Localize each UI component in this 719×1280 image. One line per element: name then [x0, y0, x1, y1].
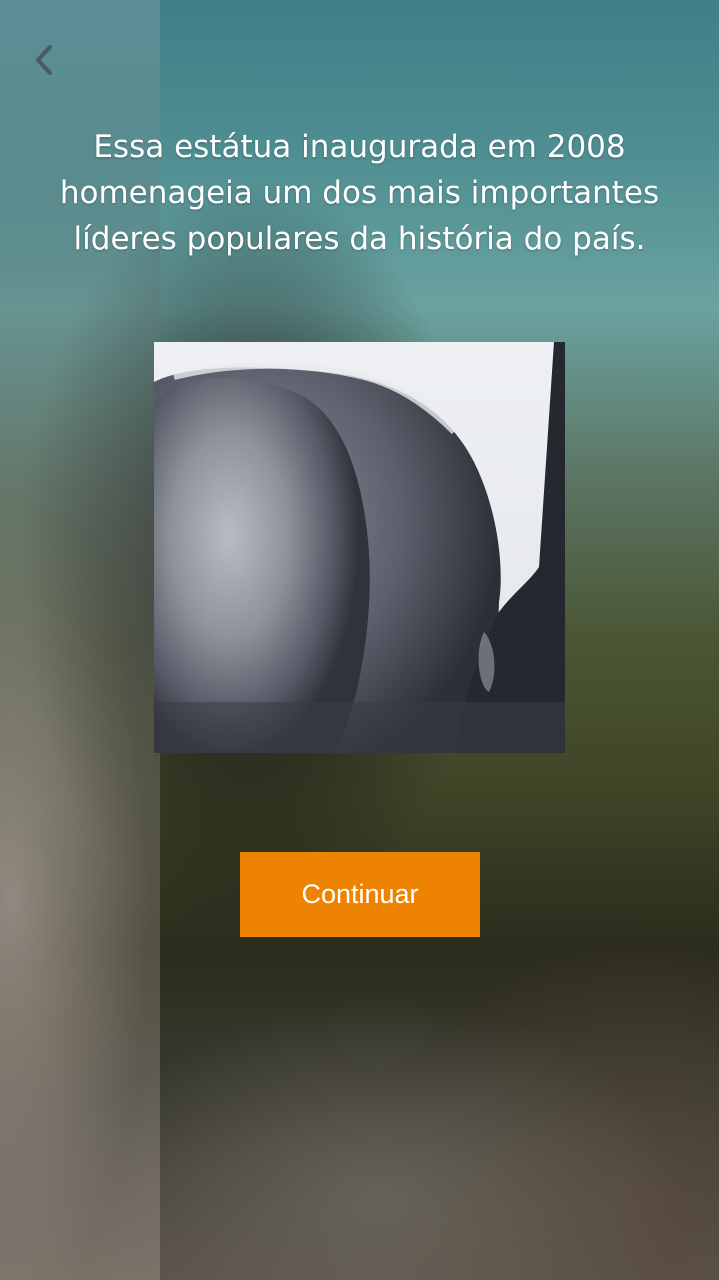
back-button[interactable]: [24, 40, 64, 80]
caption-line: homenageia um dos mais importantes: [59, 175, 660, 211]
caption-line: líderes populares da história do país.: [73, 221, 646, 257]
caption-line: Essa estátua inaugurada em 2008: [93, 129, 626, 165]
chevron-left-icon: [33, 43, 55, 77]
statue-photo: [154, 342, 565, 753]
continue-button[interactable]: Continuar: [240, 852, 480, 937]
question-caption: Essa estátua inaugurada em 2008 homenage…: [20, 124, 699, 262]
